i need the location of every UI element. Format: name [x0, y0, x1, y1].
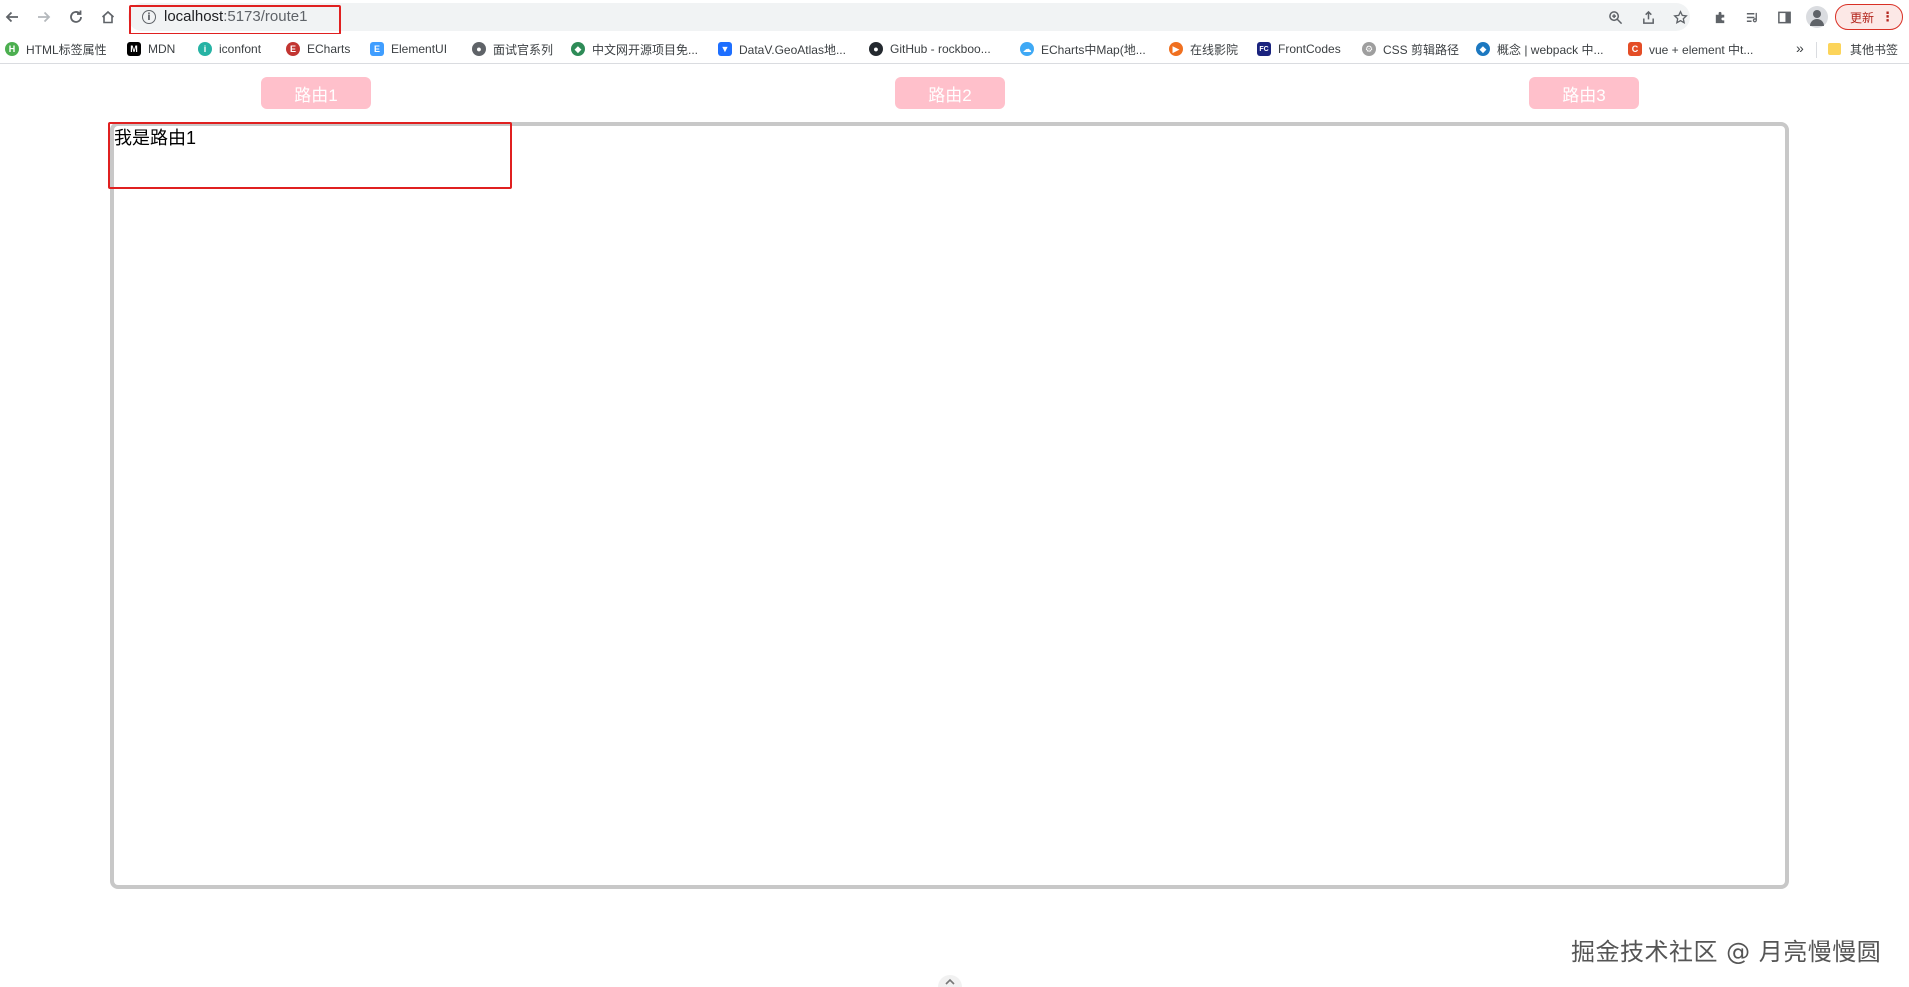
- bookmark-frontcodes[interactable]: FC FrontCodes: [1257, 41, 1341, 57]
- info-icon[interactable]: i: [142, 10, 156, 24]
- other-bookmarks-label: 其他书签: [1850, 42, 1899, 57]
- echarts-icon: E: [286, 42, 300, 56]
- bookmarks-divider: [1816, 42, 1817, 58]
- arrow-right-icon[interactable]: [32, 5, 56, 29]
- bookmark-label: ECharts: [307, 42, 351, 56]
- bookmark-css-clip-path[interactable]: ⚙ CSS 剪辑路径: [1362, 41, 1459, 57]
- bookmark-echarts-map[interactable]: ☁ ECharts中Map(地...: [1020, 41, 1146, 57]
- share-icon[interactable]: [1638, 7, 1658, 27]
- webpack-icon: ◆: [1476, 42, 1490, 56]
- chevron-double-right-icon[interactable]: »: [1796, 40, 1804, 56]
- bookmark-label: FrontCodes: [1278, 42, 1341, 56]
- bookmark-mdn[interactable]: M MDN: [127, 41, 175, 57]
- bookmark-label: 在线影院: [1190, 42, 1239, 57]
- avatar-icon[interactable]: [1806, 6, 1828, 28]
- route-link-3[interactable]: 路由3: [1529, 77, 1639, 109]
- github-icon: ●: [869, 42, 883, 56]
- bookmark-label: 面试官系列: [493, 42, 554, 57]
- bookmark-label: GitHub - rockboo...: [890, 42, 991, 56]
- update-button[interactable]: 更新 ⋮: [1835, 4, 1903, 30]
- route-link-2[interactable]: 路由2: [895, 77, 1005, 109]
- router-view-container: [110, 122, 1789, 889]
- home-icon[interactable]: [96, 5, 120, 29]
- vue-element-icon: C: [1628, 42, 1642, 56]
- bookmark-label: 概念 | webpack 中...: [1497, 42, 1604, 57]
- bookmark-label: ElementUI: [391, 42, 448, 56]
- reload-icon[interactable]: [64, 5, 88, 29]
- bookmark-label: DataV.GeoAtlas地...: [739, 42, 846, 57]
- url-path: :5173/route1: [223, 8, 308, 25]
- play-icon: ▶: [1169, 42, 1183, 56]
- reading-list-icon[interactable]: [1741, 6, 1763, 28]
- arrow-left-icon[interactable]: [0, 5, 24, 29]
- frontcodes-icon: FC: [1257, 42, 1271, 56]
- bookmark-label: iconfont: [219, 42, 262, 56]
- update-label: 更新: [1850, 10, 1875, 25]
- puzzle-icon[interactable]: [1709, 6, 1731, 28]
- bookmark-elementui[interactable]: E ElementUI: [370, 41, 447, 57]
- bookmark-label: vue + element 中t...: [1649, 42, 1754, 57]
- globe-icon: ●: [472, 42, 486, 56]
- url-host: localhost: [164, 8, 224, 25]
- bookmark-label: CSS 剪辑路径: [1383, 42, 1460, 57]
- datav-icon: ▼: [718, 42, 732, 56]
- kebab-menu-icon[interactable]: ⋮: [1881, 8, 1894, 26]
- open-source-icon: ◆: [571, 42, 585, 56]
- bookmark-open-source[interactable]: ◆ 中文网开源项目免...: [571, 41, 698, 57]
- route-link-1[interactable]: 路由1: [261, 77, 371, 109]
- chevron-up-icon[interactable]: [938, 975, 962, 987]
- bookmark-online-cinema[interactable]: ▶ 在线影院: [1169, 41, 1238, 57]
- address-bar[interactable]: i localhost:5173/route1: [128, 3, 1690, 31]
- bookmark-label: ECharts中Map(地...: [1041, 42, 1146, 57]
- cloud-icon: ☁: [1020, 42, 1034, 56]
- bookmark-html-attrs[interactable]: H HTML标签属性: [5, 41, 107, 57]
- bookmark-vue-element[interactable]: C vue + element 中t...: [1628, 41, 1753, 57]
- router-view-text: 我是路由1: [114, 128, 197, 148]
- elementui-icon: E: [370, 42, 384, 56]
- bookmark-echarts[interactable]: E ECharts: [286, 41, 350, 57]
- mdn-icon: M: [127, 42, 141, 56]
- gear-icon: ⚙: [1362, 42, 1376, 56]
- bookmark-label: 中文网开源项目免...: [592, 42, 699, 57]
- iconfont-icon: i: [198, 42, 212, 56]
- browser-toolbar: i localhost:5173/route1 更新 ⋮: [0, 0, 1909, 34]
- bookmark-iconfont[interactable]: i iconfont: [198, 41, 261, 57]
- bookmark-interview-series[interactable]: ● 面试官系列: [472, 41, 553, 57]
- bookmark-label: HTML标签属性: [26, 42, 107, 57]
- zoom-icon[interactable]: [1605, 7, 1625, 27]
- url-text: localhost:5173/route1: [164, 8, 307, 26]
- watermark: 掘金技术社区 @ 月亮慢慢圆: [1571, 938, 1882, 966]
- bookmark-favicon-icon: H: [5, 42, 19, 56]
- side-panel-icon[interactable]: [1773, 6, 1795, 28]
- bookmark-label: MDN: [148, 42, 176, 56]
- bookmark-datav[interactable]: ▼ DataV.GeoAtlas地...: [718, 41, 846, 57]
- star-icon[interactable]: [1670, 7, 1690, 27]
- bookmark-webpack[interactable]: ◆ 概念 | webpack 中...: [1476, 41, 1603, 57]
- bookmark-github[interactable]: ● GitHub - rockboo...: [869, 41, 991, 57]
- bookmarks-bar: H HTML标签属性 M MDN i iconfont E ECharts E …: [0, 34, 1909, 64]
- other-bookmarks-folder[interactable]: 其他书签: [1828, 41, 1898, 57]
- folder-icon: [1828, 43, 1841, 55]
